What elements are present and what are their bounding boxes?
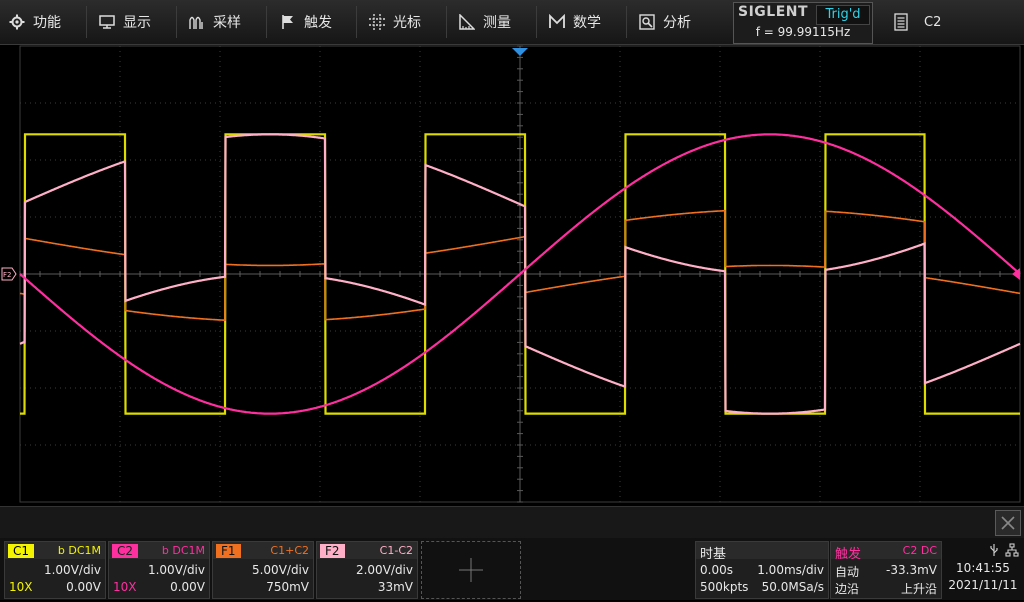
channel-coupling: C1-C2 (379, 544, 413, 557)
memory-depth: 500kpts (700, 580, 749, 594)
channel-scale: 2.00V/div (355, 563, 413, 577)
menu-label: 分析 (663, 15, 691, 31)
channel-box-c1[interactable]: C1 b DC1M 1.00V/div 10X 0.00V (4, 541, 106, 599)
channel-probe: 10X (113, 580, 137, 594)
menu-trigger[interactable]: 触发 (279, 0, 332, 44)
menu-analysis[interactable]: 分析 (638, 0, 691, 44)
top-menu-bar: 功能 显示 采样 触发 光标 测量 数学 分析 SIGLENT Trig'd f… (0, 0, 1024, 45)
channel-box-f1[interactable]: F1 C1+C2 5.00V/div 750mV (212, 541, 314, 599)
menu-math[interactable]: 数学 (548, 0, 601, 44)
trigger-status-badge: Trig'd (816, 5, 870, 25)
waveform-display[interactable]: F2 (0, 44, 1024, 506)
trigger-slope: 上升沿 (900, 582, 937, 596)
frequency-readout: f = 99.99115Hz (755, 25, 851, 39)
channel-box-c2[interactable]: C2 b DC1M 1.00V/div 10X 0.00V (108, 541, 210, 599)
status-box: SIGLENT Trig'd f = 99.99115Hz (733, 2, 873, 44)
trigger-position-marker (512, 48, 528, 56)
sample-rate: 50.0MSa/s (761, 580, 824, 594)
timebase-scale: 1.00ms/div (757, 563, 824, 577)
selected-channel-label: C2 (924, 14, 942, 30)
channel-offset: 750mV (266, 580, 309, 594)
gear-icon (8, 13, 26, 31)
menu-function[interactable]: 功能 (8, 0, 61, 44)
channel-offset: 0.00V (170, 580, 205, 594)
trigger-type: 边沿 (835, 582, 860, 596)
monitor-icon (98, 13, 116, 31)
menu-cursor[interactable]: 光标 (368, 0, 421, 44)
timebase-title: 时基 (700, 547, 727, 562)
ruler-icon (458, 13, 476, 31)
cursor-cross-icon (368, 13, 386, 31)
list-icon (894, 13, 908, 31)
message-bar (0, 506, 1024, 539)
trigger-mode: 自动 (835, 565, 860, 579)
channel-tag: C1 (8, 544, 35, 558)
menu-label: 触发 (304, 15, 332, 31)
menu-acquire[interactable]: 采样 (188, 0, 241, 44)
trigger-level: -33.3mV (886, 563, 937, 577)
channel-box-f2[interactable]: F2 C1-C2 2.00V/div 33mV (316, 541, 418, 599)
timebase-box[interactable]: 时基 0.00s 1.00ms/div 500kpts 50.0MSa/s (695, 541, 829, 599)
network-icon (1005, 542, 1019, 557)
trigger-box[interactable]: 触发 C2 DC 自动 -33.3mV 边沿 上升沿 (830, 541, 942, 599)
channel-tag: F2 (320, 544, 345, 558)
plus-icon (459, 558, 483, 582)
menu-label: 数学 (573, 15, 601, 31)
channel-scale: 1.00V/div (43, 563, 101, 577)
analysis-icon (638, 13, 656, 31)
menu-label: 采样 (213, 15, 241, 31)
trigger-title: 触发 (835, 547, 862, 562)
channel-scale: 1.00V/div (147, 563, 205, 577)
channel-offset: 0.00V (66, 580, 101, 594)
waveform-canvas[interactable]: F2 (0, 44, 1024, 506)
close-icon (1001, 516, 1015, 530)
acquire-icon (188, 13, 206, 31)
f2-marker-label: F2 (3, 271, 11, 279)
menu-label: 功能 (33, 15, 61, 31)
clock: 10:41:55 2021/11/11 (943, 541, 1023, 597)
clock-time: 10:41:55 (956, 561, 1010, 575)
channel-coupling: b DC1M (161, 544, 205, 557)
close-button[interactable] (995, 510, 1021, 536)
menu-measure[interactable]: 测量 (458, 0, 511, 44)
markers: F2 (1, 48, 1020, 281)
brand-logo: SIGLENT (738, 4, 809, 20)
menu-label: 测量 (483, 15, 511, 31)
menu-display[interactable]: 显示 (98, 0, 151, 44)
channel-scale: 5.00V/div (251, 563, 309, 577)
channel-coupling: C1+C2 (270, 544, 309, 557)
channel-coupling: b DC1M (57, 544, 101, 557)
usb-icon (990, 543, 998, 556)
menu-label: 光标 (393, 15, 421, 31)
channel-selector[interactable]: C2 (880, 2, 1020, 42)
menu-label: 显示 (123, 15, 151, 31)
channel-probe: 10X (9, 580, 33, 594)
trigger-source: C2 DC (902, 544, 937, 557)
add-channel-slot[interactable] (421, 541, 521, 599)
flag-icon (279, 13, 297, 31)
clock-date: 2021/11/11 (948, 578, 1018, 592)
timebase-delay: 0.00s (700, 563, 733, 577)
channel-tag: F1 (216, 544, 241, 558)
math-icon (548, 13, 566, 31)
channel-offset: 33mV (377, 580, 413, 594)
channel-tag: C2 (112, 544, 139, 558)
